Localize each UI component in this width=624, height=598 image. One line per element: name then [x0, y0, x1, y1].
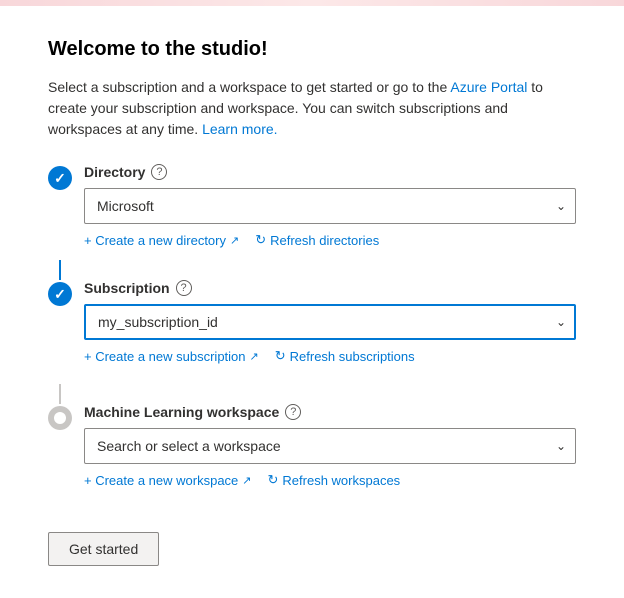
azure-portal-link[interactable]: Azure Portal — [450, 79, 527, 95]
external-link-icon: ↗ — [230, 234, 239, 247]
subscription-dropdown-wrapper: my_subscription_id ⌄ — [84, 304, 576, 340]
refresh-icon-2: ↻ — [275, 348, 286, 364]
refresh-directories-link[interactable]: ↻ Refresh directories — [255, 232, 379, 248]
intro-text: Select a subscription and a workspace to… — [48, 77, 576, 140]
directory-content: Directory ? Microsoft ⌄ + Create a new d… — [84, 164, 576, 248]
directory-help-icon[interactable]: ? — [151, 164, 167, 180]
workspace-help-icon[interactable]: ? — [285, 404, 301, 420]
refresh-icon: ↻ — [255, 232, 266, 248]
refresh-icon-3: ↻ — [268, 472, 279, 488]
create-new-directory-link[interactable]: + Create a new directory ↗ — [84, 232, 239, 248]
refresh-subscriptions-link[interactable]: ↻ Refresh subscriptions — [275, 348, 415, 364]
workspace-dropdown[interactable]: Search or select a workspace — [84, 428, 576, 464]
directory-action-links: + Create a new directory ↗ ↻ Refresh dir… — [84, 232, 576, 248]
create-new-subscription-link[interactable]: + Create a new subscription ↗ — [84, 348, 259, 364]
subscription-dropdown[interactable]: my_subscription_id — [84, 304, 576, 340]
directory-dropdown[interactable]: Microsoft — [84, 188, 576, 224]
directory-step-icon: ✓ — [48, 166, 72, 190]
intro-text-1: Select a subscription and a workspace to… — [48, 79, 450, 95]
directory-dropdown-wrapper: Microsoft ⌄ — [84, 188, 576, 224]
directory-section: ✓ Directory ? Microsoft ⌄ + Create a new… — [48, 164, 576, 248]
refresh-workspaces-link[interactable]: ↻ Refresh workspaces — [268, 472, 401, 488]
page-title: Welcome to the studio! — [48, 38, 576, 61]
subscription-content: Subscription ? my_subscription_id ⌄ + Cr… — [84, 280, 576, 364]
checkmark-icon-2: ✓ — [54, 286, 66, 303]
workspace-action-links: + Create a new workspace ↗ ↻ Refresh wor… — [84, 472, 576, 488]
external-link-icon-3: ↗ — [242, 474, 251, 487]
subscription-section: ✓ Subscription ? my_subscription_id ⌄ + … — [48, 280, 576, 364]
subscription-label: Subscription ? — [84, 280, 576, 296]
learn-more-link[interactable]: Learn more. — [202, 121, 277, 137]
directory-label: Directory ? — [84, 164, 576, 180]
subscription-action-links: + Create a new subscription ↗ ↻ Refresh … — [84, 348, 576, 364]
connector-line-1 — [59, 260, 61, 280]
checkmark-icon: ✓ — [54, 170, 66, 187]
create-new-workspace-link[interactable]: + Create a new workspace ↗ — [84, 472, 252, 488]
main-container: Welcome to the studio! Select a subscrip… — [0, 6, 624, 598]
workspace-dropdown-wrapper: Search or select a workspace ⌄ — [84, 428, 576, 464]
external-link-icon-2: ↗ — [250, 350, 259, 363]
connector-line-2 — [59, 384, 61, 404]
workspace-content: Machine Learning workspace ? Search or s… — [84, 404, 576, 488]
workspace-label: Machine Learning workspace ? — [84, 404, 576, 420]
workspace-step-icon — [48, 406, 72, 430]
get-started-button[interactable]: Get started — [48, 532, 159, 566]
workspace-section: Machine Learning workspace ? Search or s… — [48, 404, 576, 488]
subscription-help-icon[interactable]: ? — [176, 280, 192, 296]
subscription-step-icon: ✓ — [48, 282, 72, 306]
